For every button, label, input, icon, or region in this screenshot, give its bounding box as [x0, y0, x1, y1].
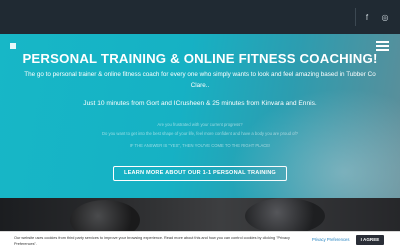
hero-faint-line: Do you want to get into the best shape o…: [101, 131, 298, 136]
instagram-icon[interactable]: ◎: [380, 13, 390, 22]
hero-faint-line: IF THE ANSWER IS "YES", THEN YOU'VE COME…: [129, 143, 271, 148]
hero-subtitle: The go to personal trainer & online fitn…: [24, 71, 376, 89]
top-bar-divider: [355, 8, 356, 26]
hero-faint-line: Are you frustrated with your current pro…: [157, 122, 243, 127]
menu-icon[interactable]: [376, 41, 389, 51]
cookie-banner: Our website uses cookies from third part…: [0, 231, 400, 250]
cookie-notice-text: Our website uses cookies from third part…: [14, 236, 290, 246]
agree-button[interactable]: I AGREE: [356, 235, 384, 245]
hero-section: PERSONAL TRAINING & ONLINE FITNESS COACH…: [0, 34, 400, 198]
site-logo[interactable]: [10, 43, 16, 49]
kettlebell-image: [245, 198, 325, 234]
hero-location-text: Just 10 minutes from Gort and ICrusheen …: [83, 100, 317, 107]
learn-more-button[interactable]: LEARN MORE ABOUT OUR 1-1 PERSONAL TRAINI…: [113, 166, 287, 181]
facebook-icon[interactable]: f: [362, 13, 372, 22]
privacy-preferences-link[interactable]: Privacy Preferences: [312, 237, 349, 242]
top-bar: f ◎: [0, 0, 400, 34]
hero-title: PERSONAL TRAINING & ONLINE FITNESS COACH…: [22, 51, 378, 66]
